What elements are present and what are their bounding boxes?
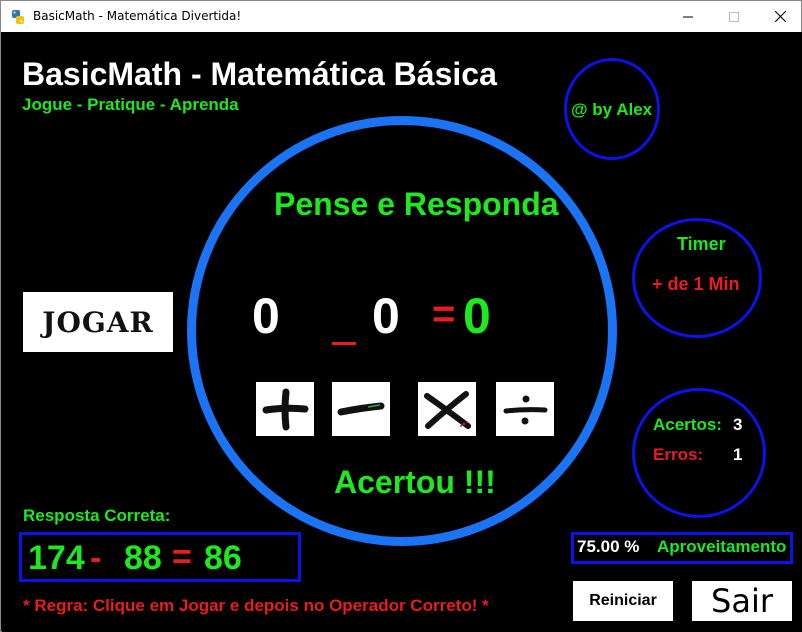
page-title: BasicMath - Matemática Básica xyxy=(22,56,497,92)
minus-icon xyxy=(337,402,385,416)
answer-equals: = xyxy=(172,538,192,576)
performance-label: Aproveitamento xyxy=(657,537,787,556)
minimize-icon xyxy=(683,16,693,17)
plus-button[interactable] xyxy=(256,382,314,436)
errors-count: 1 xyxy=(733,445,743,464)
title-bar: BasicMath - Matemática Divertida! xyxy=(1,1,801,32)
times-icon xyxy=(424,391,471,429)
exit-button-label: Sair xyxy=(711,582,773,620)
page-subtitle: Jogue - Pratique - Aprenda xyxy=(22,95,239,114)
window-title: BasicMath - Matemática Divertida! xyxy=(33,9,242,23)
play-button-label: JOGAR xyxy=(42,305,154,339)
rule-text: * Regra: Clique em Jogar e depois no Ope… xyxy=(23,596,489,615)
app-window: BasicMath - Matemática Divertida! BasicM… xyxy=(0,0,802,632)
answer-operator: - xyxy=(90,539,102,577)
correct-answer-title: Resposta Correta: xyxy=(23,506,171,525)
game-canvas: BasicMath - Matemática Básica Jogue - Pr… xyxy=(2,32,802,632)
close-icon xyxy=(774,11,786,22)
operand-1: 0 xyxy=(252,288,280,344)
equals-sign: = xyxy=(432,292,456,336)
plus-icon xyxy=(262,388,309,431)
performance-value: 75.00 % xyxy=(577,537,640,556)
timer-title: Timer xyxy=(677,234,726,254)
answer-operand-1: 174 xyxy=(28,539,85,577)
maximize-icon xyxy=(729,11,739,22)
restart-button[interactable]: Reiniciar xyxy=(573,581,673,621)
close-button[interactable] xyxy=(757,1,802,32)
errors-label: Erros: xyxy=(653,445,704,464)
prompt-text: Pense e Responda xyxy=(274,186,559,222)
answer-operand-2: 88 xyxy=(124,539,162,577)
exit-button[interactable]: Sair xyxy=(692,581,792,621)
operand-2: 0 xyxy=(372,288,400,344)
result-value: 0 xyxy=(463,288,491,344)
restart-button-label: Reiniciar xyxy=(589,592,657,609)
python-icon xyxy=(10,9,26,25)
maximize-button[interactable] xyxy=(711,1,757,32)
operator-slot xyxy=(332,342,356,345)
minus-button[interactable] xyxy=(332,382,390,436)
minimize-button[interactable] xyxy=(665,1,711,32)
answer-result: 86 xyxy=(204,539,242,577)
feedback-text: Acertou !!! xyxy=(334,464,496,500)
timer-value: + de 1 Min xyxy=(652,274,740,294)
divide-icon xyxy=(503,395,548,425)
hits-label: Acertos: xyxy=(653,415,722,434)
times-button[interactable] xyxy=(418,382,476,436)
hits-count: 3 xyxy=(733,415,743,434)
divide-button[interactable] xyxy=(496,382,554,436)
play-button[interactable]: JOGAR xyxy=(23,292,173,352)
author-label: @ by Alex xyxy=(571,100,653,119)
